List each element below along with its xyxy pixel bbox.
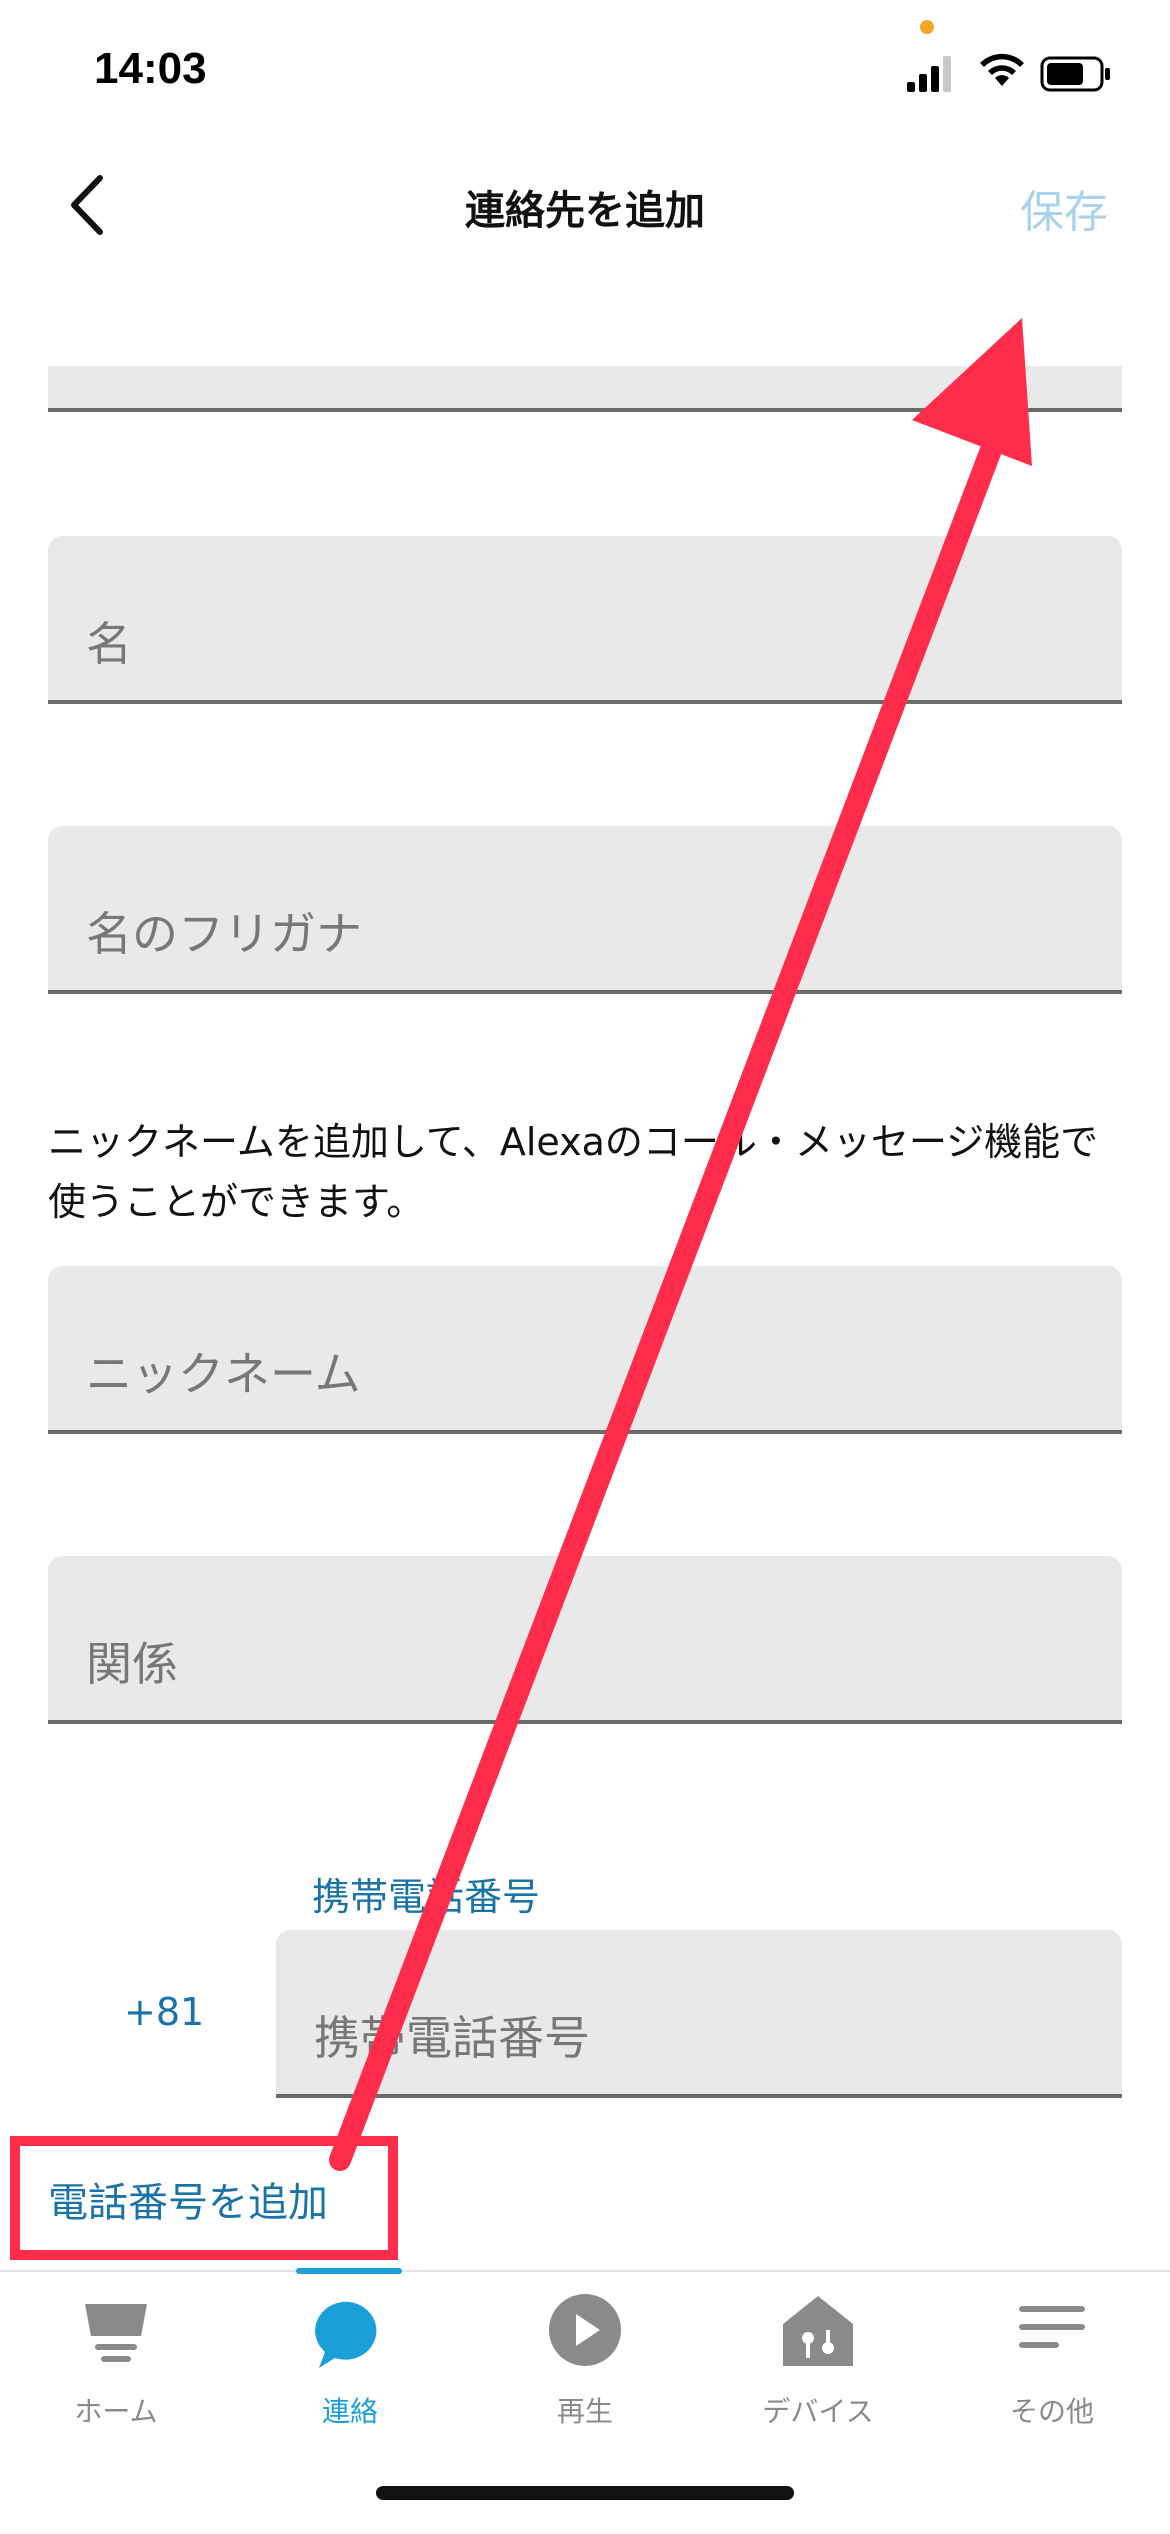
battery-icon [1040,56,1110,92]
tab-communicate-label: 連絡 [321,2395,378,2428]
relation-field[interactable]: 関係 [48,1556,1122,1724]
first-name-placeholder: 名 [86,617,132,671]
tab-devices[interactable]: デバイス [738,2290,898,2430]
tab-play-label: 再生 [556,2395,613,2428]
privacy-indicator-dot [920,20,934,34]
relation-placeholder: 関係 [86,1637,178,1691]
mobile-phone-field[interactable]: 携帯電話番号 [276,1930,1122,2098]
tab-more-label: その他 [1009,2395,1094,2428]
tab-play[interactable]: 再生 [505,2290,665,2430]
tab-more[interactable]: その他 [972,2290,1132,2430]
home-icon [85,2304,147,2362]
tab-communicate[interactable]: 連絡 [270,2290,430,2430]
wifi-icon [980,53,1024,86]
cellular-signal-icon [907,56,951,92]
first-name-kana-placeholder: 名のフリガナ [86,907,362,961]
partial-field-top[interactable] [48,366,1122,412]
tab-home-label: ホーム [74,2395,158,2428]
mobile-phone-placeholder: 携帯電話番号 [314,2011,590,2065]
active-tab-indicator [296,2268,402,2274]
page-title: 連絡先を追加 [465,188,705,234]
first-name-kana-field[interactable]: 名のフリガナ [48,826,1122,994]
country-code-selector[interactable]: +81 [124,1990,204,2034]
nickname-helper-text: ニックネームを追加して、Alexaのコール・メッセージ機能で使うことができます。 [48,1120,1099,1224]
devices-icon [783,2296,853,2366]
save-button[interactable]: 保存 [1020,176,1108,240]
first-name-field[interactable]: 名 [48,536,1122,704]
nickname-placeholder: ニックネーム [86,1347,361,1401]
nickname-field[interactable]: ニックネーム [48,1266,1122,1434]
home-indicator [376,2486,794,2500]
mobile-phone-label: 携帯電話番号 [312,1875,541,1919]
tab-home[interactable]: ホーム [36,2290,196,2430]
status-time: 14:03 [94,44,207,93]
menu-icon [1019,2306,1085,2348]
tab-devices-label: デバイス [762,2395,874,2428]
chat-bubble-icon [315,2301,377,2368]
add-phone-number-link[interactable]: 電話番号を追加 [48,2170,328,2228]
play-icon [549,2294,621,2366]
